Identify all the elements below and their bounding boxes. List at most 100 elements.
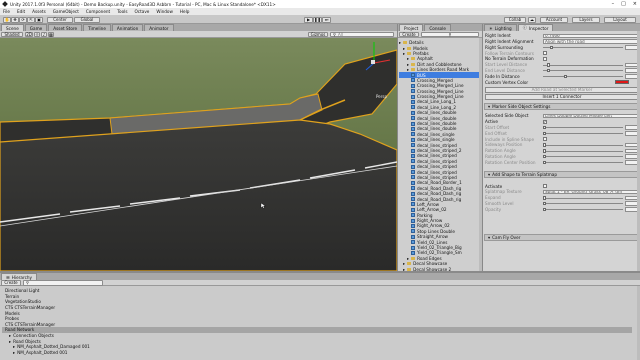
- menu-window[interactable]: Window: [156, 9, 173, 14]
- account-dropdown[interactable]: Account: [540, 16, 568, 23]
- chevron-right-icon[interactable]: ▸: [407, 256, 409, 261]
- property-field[interactable]: Splat 1 - ER_Ground_Grass_08_A_dm: [543, 189, 639, 195]
- hierarchy-create-button[interactable]: Create: [1, 280, 21, 286]
- play-button[interactable]: ▶: [304, 16, 313, 23]
- hierarchy-item[interactable]: ▸ NM_Asphalt_Dotted 001: [2, 350, 632, 356]
- property-slider[interactable]: [543, 74, 639, 79]
- rect-tool-button[interactable]: ▣: [35, 16, 43, 23]
- chevron-right-icon[interactable]: ▸: [407, 67, 409, 72]
- tab-asset-store[interactable]: Asset Store: [48, 24, 83, 31]
- cloud-button[interactable]: ☁: [528, 16, 536, 23]
- slider-knob[interactable]: [543, 149, 546, 153]
- chevron-right-icon[interactable]: ▸: [9, 339, 11, 344]
- tab-hierarchy[interactable]: ☰ Hierarchy: [1, 273, 38, 280]
- slider-knob[interactable]: [543, 201, 546, 206]
- slider-knob[interactable]: [543, 143, 546, 147]
- project-search-input[interactable]: ⚲: [421, 31, 479, 37]
- chevron-right-icon[interactable]: ▸: [9, 333, 11, 338]
- marker-side-object-section[interactable]: ▾ Marker Side Object Settings: [484, 103, 640, 111]
- hierarchy-search-input[interactable]: ⚲: [23, 280, 103, 286]
- property-slider[interactable]: [543, 195, 639, 200]
- menu-gameobject[interactable]: GameObject: [53, 9, 79, 14]
- tab-animator[interactable]: Animator: [144, 24, 174, 31]
- property-checkbox[interactable]: [543, 51, 547, 56]
- slider-knob[interactable]: [543, 196, 546, 200]
- layers-dropdown[interactable]: Layers: [572, 16, 600, 23]
- close-icon[interactable]: ×: [633, 1, 637, 7]
- property-slider[interactable]: [543, 125, 639, 130]
- menu-octave[interactable]: Octave: [135, 9, 150, 14]
- property-checkbox[interactable]: ✓: [543, 119, 547, 124]
- color-field[interactable]: [615, 79, 629, 85]
- menu-file[interactable]: File: [3, 9, 10, 14]
- chevron-right-icon[interactable]: ▸: [403, 51, 405, 56]
- rotate-tool-button[interactable]: ⟳: [19, 16, 27, 23]
- menu-help[interactable]: Help: [180, 9, 190, 14]
- property-slider[interactable]: [543, 207, 639, 212]
- minimize-icon[interactable]: –: [612, 1, 615, 7]
- property-checkbox[interactable]: [543, 56, 547, 61]
- tab-animation[interactable]: Animation: [111, 24, 144, 31]
- splatmap-section[interactable]: ▾ Add Shape to Terrain Splatmap: [484, 171, 640, 179]
- menu-component[interactable]: Component: [86, 9, 110, 14]
- add-road-at-marker-button[interactable]: Add Road at Selected Marker: [485, 87, 639, 93]
- scene-viewport[interactable]: Persp: [0, 38, 397, 271]
- slider-knob[interactable]: [546, 63, 550, 67]
- slider-knob[interactable]: [543, 125, 546, 130]
- space-toggle[interactable]: Global: [74, 16, 100, 23]
- slider-knob[interactable]: [543, 154, 546, 159]
- chevron-right-icon[interactable]: ▸: [407, 62, 409, 67]
- property-field[interactable]: Align with the road: [543, 39, 639, 44]
- gizmos-dropdown[interactable]: Gizmos: [308, 31, 328, 37]
- pause-button[interactable]: ❚❚: [313, 16, 322, 23]
- cam-fly-over-section[interactable]: ▾ Cam Fly Over: [484, 234, 640, 242]
- chevron-right-icon[interactable]: ▸: [399, 40, 401, 45]
- audio-toggle[interactable]: ♪: [41, 31, 47, 37]
- menu-tools[interactable]: Tools: [117, 9, 127, 14]
- property-slider[interactable]: [543, 201, 639, 206]
- hand-tool-button[interactable]: ✋: [3, 16, 11, 23]
- maximize-icon[interactable]: □: [621, 1, 626, 7]
- property-checkbox[interactable]: [543, 137, 547, 142]
- scale-tool-button[interactable]: ⇱: [27, 16, 35, 23]
- tab-lighting[interactable]: ☀ Lighting: [484, 24, 517, 31]
- property-slider[interactable]: [543, 45, 639, 50]
- insert-connector-button[interactable]: Insert 1 Connector: [485, 94, 639, 100]
- chevron-right-icon[interactable]: ▸: [13, 350, 15, 355]
- tab-timeline[interactable]: Timeline: [83, 24, 111, 31]
- menu-assets[interactable]: Assets: [32, 9, 46, 14]
- property-slider[interactable]: [543, 160, 639, 165]
- property-slider[interactable]: [543, 154, 639, 159]
- scene-search-input[interactable]: ⚲ All: [330, 31, 394, 37]
- property-slider[interactable]: [543, 148, 639, 153]
- tab-game[interactable]: Game: [24, 24, 48, 31]
- slider-knob[interactable]: [543, 160, 546, 165]
- property-checkbox[interactable]: [543, 184, 547, 189]
- property-slider[interactable]: [543, 131, 639, 136]
- pivot-toggle[interactable]: Center: [47, 16, 73, 23]
- project-create-button[interactable]: Create: [399, 31, 419, 37]
- move-tool-button[interactable]: ✥: [11, 16, 19, 23]
- collab-button[interactable]: Collab: [504, 16, 526, 23]
- property-field[interactable]: Lines Double Dotted Middle Left: [543, 113, 639, 119]
- tab-scene[interactable]: Scene: [1, 24, 24, 31]
- slider-knob[interactable]: [546, 68, 550, 73]
- slider-knob[interactable]: [543, 207, 546, 212]
- property-slider[interactable]: [543, 142, 639, 148]
- slider-knob[interactable]: [543, 131, 546, 136]
- slider-knob[interactable]: [550, 45, 553, 50]
- property-slider[interactable]: [543, 62, 639, 67]
- lighting-toggle[interactable]: ☼: [34, 31, 40, 37]
- chevron-right-icon[interactable]: ▸: [407, 56, 409, 61]
- tab-console[interactable]: Console: [424, 24, 451, 31]
- effects-toggle[interactable]: ▩: [48, 31, 54, 37]
- step-button[interactable]: ⏭: [322, 16, 331, 23]
- property-field[interactable]: 0.7466: [543, 33, 639, 38]
- chevron-right-icon[interactable]: ▸: [403, 261, 405, 266]
- slider-knob[interactable]: [564, 74, 567, 79]
- tab-inspector[interactable]: ⓘ Inspector: [517, 24, 554, 31]
- property-slider[interactable]: [543, 68, 639, 73]
- chevron-right-icon[interactable]: ▸: [403, 46, 405, 51]
- menu-edit[interactable]: Edit: [17, 9, 25, 14]
- tab-project[interactable]: Project: [399, 24, 424, 31]
